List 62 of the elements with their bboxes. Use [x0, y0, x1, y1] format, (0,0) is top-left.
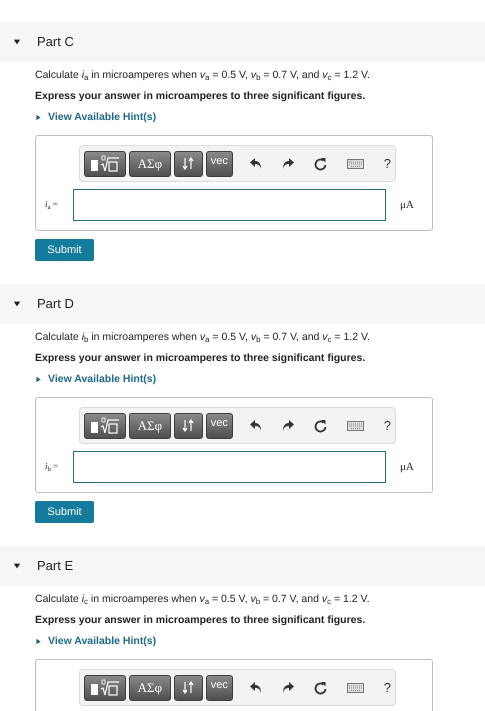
redo-icon[interactable] — [282, 158, 294, 169]
undo-icon[interactable] — [250, 158, 262, 169]
answer-field[interactable] — [73, 451, 386, 483]
keyboard-icon[interactable] — [346, 420, 364, 430]
submit-button[interactable]: Submit — [35, 501, 94, 523]
vector-button[interactable]: vec — [206, 150, 233, 176]
collapse-icon[interactable] — [13, 38, 21, 46]
templates-icon — [88, 416, 121, 434]
hint-arrow-icon[interactable] — [35, 638, 42, 644]
templates-button[interactable] — [84, 412, 126, 438]
redo-icon[interactable] — [282, 420, 294, 431]
answer-field[interactable] — [73, 189, 386, 221]
undo-icon[interactable] — [250, 682, 262, 693]
part-title: Part E — [37, 557, 74, 576]
arrows-icon — [182, 419, 194, 432]
keyboard-icon[interactable] — [346, 158, 364, 168]
vector-button[interactable]: vec — [206, 412, 233, 438]
templates-button[interactable] — [84, 150, 126, 176]
greek-button[interactable]: ΑΣφ — [128, 674, 171, 700]
reset-icon[interactable] — [314, 156, 327, 170]
hint-arrow-icon[interactable] — [35, 114, 42, 120]
collapse-icon[interactable] — [13, 562, 21, 570]
hint-link[interactable]: View Available Hint(s) — [48, 110, 156, 124]
part-title: Part C — [37, 33, 74, 52]
part-title: Part D — [37, 295, 74, 314]
instruction-text: Express your answer in microamperes to three significant figures. — [35, 613, 366, 627]
unit-label: μA — [400, 198, 414, 213]
undo-icon[interactable] — [250, 420, 262, 431]
reset-icon[interactable] — [314, 418, 327, 432]
arrows-icon — [182, 681, 194, 694]
templates-icon — [88, 154, 121, 172]
answer-label: i$_{b}$ = — [44, 460, 60, 474]
hint-link[interactable]: View Available Hint(s) — [48, 372, 156, 386]
greek-button[interactable]: ΑΣφ — [128, 412, 171, 438]
question-text: Calculate i$_{c}$ in microamperes when v$_{a}$ = 0.5 V, v$_{b}$ = 0.7 V, and v$_{c}$ = 1.2 V. — [35, 592, 370, 606]
arrows-icon — [182, 157, 194, 170]
subscript-button[interactable] — [174, 674, 203, 700]
reset-icon[interactable] — [314, 680, 327, 694]
question-text: Calculate i$_{a}$ in microamperes when v$_{a}$ = 0.5 V, v$_{b}$ = 0.7 V, and v$_{c}$ = 1.2 V. — [35, 68, 371, 82]
instruction-text: Express your answer in microamperes to three significant figures. — [35, 351, 366, 365]
instruction-text: Express your answer in microamperes to three significant figures. — [35, 89, 366, 103]
greek-button[interactable]: ΑΣφ — [128, 150, 171, 176]
hint-link[interactable]: View Available Hint(s) — [48, 634, 156, 648]
submit-button[interactable]: Submit — [35, 239, 94, 261]
keyboard-icon[interactable] — [346, 682, 364, 692]
help-button[interactable]: ? — [384, 416, 391, 436]
vector-button[interactable]: vec — [206, 674, 233, 700]
unit-label: μA — [400, 460, 414, 475]
hint-arrow-icon[interactable] — [35, 376, 42, 382]
part-header[interactable]: Part E — [0, 546, 485, 586]
part-header[interactable]: Part D — [0, 284, 485, 324]
templates-icon — [88, 678, 121, 696]
collapse-icon[interactable] — [13, 300, 21, 308]
part-header[interactable]: Part C — [0, 22, 485, 62]
help-button[interactable]: ? — [384, 678, 391, 698]
question-text: Calculate i$_{b}$ in microamperes when v$_{a}$ = 0.5 V, v$_{b}$ = 0.7 V, and v$_{c}$ = 1.2 V. — [35, 330, 371, 344]
subscript-button[interactable] — [174, 150, 203, 176]
help-button[interactable]: ? — [384, 154, 391, 174]
templates-button[interactable] — [84, 674, 126, 700]
redo-icon[interactable] — [282, 682, 294, 693]
subscript-button[interactable] — [174, 412, 203, 438]
answer-label: i$_{a}$ = — [44, 198, 59, 212]
